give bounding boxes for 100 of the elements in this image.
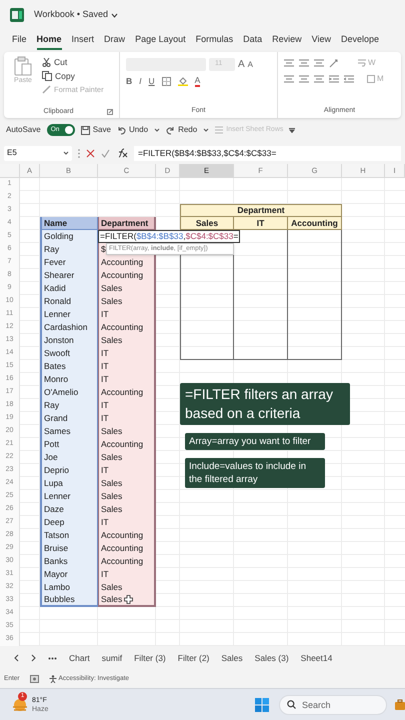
chevron-down-icon[interactable] [203, 128, 210, 132]
accessibility-icon [48, 675, 57, 683]
ribbon-tab[interactable]: Home [36, 32, 62, 50]
wrap-text-button[interactable]: W [368, 57, 376, 69]
undo-button[interactable]: Undo [116, 124, 148, 136]
table-cell: Sales [98, 594, 156, 607]
table-header: Sales [180, 217, 234, 230]
table-cell: Accounting [98, 256, 156, 269]
sheet-tab[interactable]: Sales (3) [254, 652, 289, 664]
table-header: Accounting [288, 217, 342, 230]
name-box[interactable]: E5 [4, 146, 72, 160]
copy-button[interactable]: Copy [42, 70, 104, 82]
clipboard-icon [14, 56, 32, 76]
formula-field[interactable]: =FILTER($B$4:$B$33,$C$4:$C$33= [134, 146, 401, 160]
ribbon-tab[interactable]: Review [272, 32, 302, 50]
bold-button[interactable]: B [126, 75, 132, 88]
table-cell: Accounting [98, 438, 156, 451]
sheet-tab[interactable]: sumif [102, 652, 122, 664]
table-cell: O'Amelio [40, 386, 98, 399]
table-cell: IT [98, 308, 156, 321]
briefcase-icon[interactable] [395, 698, 405, 710]
align-top-icon[interactable] [284, 59, 294, 67]
sheet-tab[interactable]: Filter (2) [178, 652, 210, 664]
ribbon-tab[interactable]: Formulas [196, 32, 234, 50]
table-cell: Accounting [98, 542, 156, 555]
ribbon-tab[interactable]: Data [243, 32, 262, 50]
align-center-icon[interactable] [299, 75, 309, 83]
plus-cursor-icon [124, 595, 134, 604]
search-field[interactable]: Search [279, 694, 387, 714]
align-middle-icon[interactable] [299, 59, 309, 67]
borders-icon[interactable] [162, 76, 171, 86]
table-cell: Sales [98, 490, 156, 503]
save-button[interactable]: Save [80, 124, 111, 136]
ribbon-tab[interactable]: Insert [72, 32, 94, 50]
macro-record-icon[interactable] [30, 675, 39, 683]
search-icon [287, 700, 296, 708]
table-cell: Lambo [40, 581, 98, 594]
table-cell: Accounting [98, 269, 156, 282]
table-cell: Sales [98, 334, 156, 347]
table-header: IT [234, 217, 288, 230]
autosave-label: AutoSave [6, 124, 41, 136]
table-cell: IT [98, 464, 156, 477]
table-cell: Accounting [98, 555, 156, 568]
table-cell: Ray [40, 243, 98, 256]
table-cell: Bubbles [40, 594, 98, 607]
table-cell: Jonston [40, 334, 98, 347]
table-cell: Joe [40, 451, 98, 464]
start-button-icon[interactable] [255, 698, 269, 712]
indent-icon[interactable] [329, 75, 339, 83]
copy-icon [42, 71, 52, 82]
outdent-icon[interactable] [344, 75, 354, 83]
table-header: Department [180, 204, 342, 217]
table-cell: Accounting [98, 321, 156, 334]
table-cell: IT [98, 360, 156, 373]
table-cell: Sales [98, 295, 156, 308]
launcher-icon[interactable] [107, 109, 113, 115]
align-bottom-icon[interactable] [314, 59, 324, 67]
insert-function-icon[interactable] [116, 148, 128, 158]
font-color-button[interactable]: A [194, 76, 200, 87]
italic-button[interactable]: I [139, 75, 142, 88]
table-cell: Swooft [40, 347, 98, 360]
table-cell: Lupa [40, 477, 98, 490]
weather-haze-icon[interactable] [12, 698, 28, 712]
sheet-tab[interactable]: Chart [69, 652, 90, 664]
insert-rows-icon [215, 126, 224, 134]
next-sheet-icon[interactable] [31, 654, 36, 662]
merge-button[interactable]: M [377, 73, 384, 85]
fill-color-icon[interactable] [178, 76, 188, 86]
previous-sheet-icon[interactable] [14, 654, 19, 662]
ribbon-tab[interactable]: Page Layout [135, 32, 186, 50]
chevron-down-icon[interactable] [111, 12, 118, 18]
customize-caret-icon[interactable] [289, 128, 296, 132]
cancel-icon[interactable] [86, 148, 95, 158]
more-sheets-icon[interactable] [48, 656, 57, 660]
document-title[interactable]: Workbook • Saved [34, 8, 108, 22]
ribbon-tab[interactable]: Draw [104, 32, 126, 50]
ribbon-tab[interactable]: Develope [341, 32, 380, 50]
callout-text: Array=array you want to filter [185, 433, 325, 450]
redo-button[interactable]: Redo [166, 124, 198, 136]
underline-button[interactable]: U [148, 75, 155, 88]
align-left-icon[interactable] [284, 75, 294, 83]
ribbon-tab[interactable]: View [312, 32, 332, 50]
ribbon-tab[interactable]: File [12, 32, 27, 50]
table-cell: Fever [40, 256, 98, 269]
enter-check-icon[interactable] [101, 148, 110, 158]
table-cell: Pott [40, 438, 98, 451]
cell-editor[interactable]: =FILTER($B$4:$B$33,$C$4:$C$33= [98, 230, 240, 243]
chevron-down-icon[interactable] [63, 151, 69, 155]
shrink-font-button[interactable]: A [248, 58, 254, 70]
sheet-tab[interactable]: Sales [221, 652, 243, 664]
grow-font-button[interactable]: A [238, 57, 245, 72]
orientation-icon[interactable] [329, 58, 339, 68]
align-right-icon[interactable] [314, 75, 324, 83]
table-cell: IT [98, 412, 156, 425]
sheet-tab[interactable]: Sheet14 [300, 652, 332, 664]
sheet-tab[interactable]: Filter (3) [134, 652, 166, 664]
table-cell: Bates [40, 360, 98, 373]
cut-button[interactable]: Cut [42, 56, 104, 69]
table-cell: Banks [40, 555, 98, 568]
chevron-down-icon[interactable] [154, 128, 160, 132]
